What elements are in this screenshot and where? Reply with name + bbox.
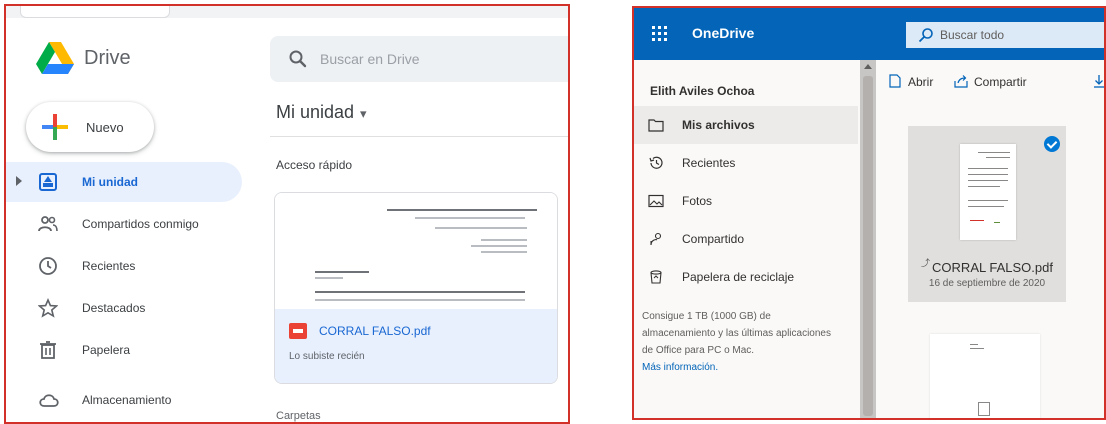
quick-access-heading: Acceso rápido bbox=[276, 158, 353, 172]
sidebar-item-my-drive[interactable]: Mi unidad bbox=[6, 162, 242, 202]
search-input[interactable] bbox=[320, 46, 550, 72]
expand-caret-icon[interactable] bbox=[16, 176, 22, 186]
promo-text: Consigue 1 TB (1000 GB) de almacenamient… bbox=[642, 311, 831, 356]
sidebar-scrollbar[interactable] bbox=[860, 60, 876, 418]
sidebar-item-photos[interactable]: Fotos bbox=[634, 182, 858, 220]
user-name: Elith Aviles Ochoa bbox=[650, 84, 755, 98]
star-icon bbox=[38, 298, 58, 318]
search-bar[interactable] bbox=[906, 22, 1104, 48]
search-icon[interactable] bbox=[288, 49, 308, 69]
share-icon bbox=[954, 75, 968, 88]
search-icon[interactable] bbox=[918, 27, 934, 43]
sidebar-item-shared[interactable]: Compartido bbox=[634, 220, 858, 258]
browser-tab-strip bbox=[6, 6, 568, 18]
sidebar-item-recent[interactable]: Recientes bbox=[6, 246, 246, 286]
card-footer: CORRAL FALSO.pdf Lo subiste recién bbox=[275, 309, 557, 383]
sidebar-item-label: Destacados bbox=[82, 301, 146, 315]
chevron-down-icon[interactable]: ▾ bbox=[360, 106, 367, 121]
sidebar-item-label: Recientes bbox=[682, 156, 736, 170]
trash-icon bbox=[40, 341, 56, 359]
breadcrumb[interactable]: Mi unidad ▾ bbox=[276, 102, 367, 123]
sidebar-item-my-files[interactable]: Mis archivos bbox=[634, 106, 858, 144]
onedrive-window: OneDrive Elith Aviles Ochoa Mis archivos bbox=[632, 6, 1106, 420]
file-tile[interactable] bbox=[930, 334, 1040, 418]
shared-people-icon bbox=[38, 216, 58, 232]
file-name: ⤴ CORRAL FALSO.pdf bbox=[908, 256, 1066, 275]
recycle-bin-icon bbox=[650, 270, 662, 284]
file-subtitle: Lo subiste recién bbox=[289, 351, 365, 362]
plus-icon bbox=[42, 114, 68, 140]
file-thumbnail bbox=[960, 144, 1016, 240]
file-name: CORRAL FALSO.pdf bbox=[319, 324, 431, 338]
more-info-link[interactable]: Más información. bbox=[642, 359, 842, 376]
history-icon bbox=[649, 156, 663, 169]
share-button[interactable]: Compartir bbox=[954, 74, 1027, 92]
command-bar: Abrir Compartir bbox=[878, 60, 1104, 104]
sidebar-item-label: Fotos bbox=[682, 194, 713, 208]
sidebar-item-label: Mis archivos bbox=[682, 118, 755, 132]
document-icon bbox=[889, 74, 901, 88]
selected-check-icon[interactable] bbox=[1044, 136, 1060, 152]
document-icon bbox=[978, 402, 990, 416]
storage-promo: Consigue 1 TB (1000 GB) de almacenamient… bbox=[642, 308, 842, 376]
shared-icon bbox=[650, 232, 662, 246]
file-name-text: CORRAL FALSO.pdf bbox=[932, 260, 1053, 275]
folders-heading: Carpetas bbox=[276, 410, 321, 422]
sidebar-item-label: Mi unidad bbox=[82, 175, 138, 189]
sidebar-nav: Mi unidad Compartidos conmigo Recientes … bbox=[6, 162, 246, 372]
clock-icon bbox=[39, 257, 57, 275]
sidebar-item-storage[interactable]: Almacenamiento bbox=[6, 380, 246, 420]
file-grid: ⤴ CORRAL FALSO.pdf 16 de septiembre de 20… bbox=[878, 104, 1104, 418]
drive-logo-icon bbox=[36, 42, 74, 74]
sidebar-item-label: Papelera bbox=[82, 343, 131, 357]
app-launcher-icon[interactable] bbox=[652, 26, 668, 42]
quick-access-card[interactable]: CORRAL FALSO.pdf Lo subiste recién bbox=[274, 192, 558, 384]
app-title[interactable]: OneDrive bbox=[692, 25, 754, 41]
open-button[interactable]: Abrir bbox=[888, 74, 933, 92]
file-date: 16 de septiembre de 2020 bbox=[928, 278, 1046, 289]
folder-icon bbox=[648, 119, 664, 132]
sidebar-item-label: Recientes bbox=[82, 259, 136, 273]
sidebar-item-label: Compartidos conmigo bbox=[82, 217, 199, 231]
search-input[interactable] bbox=[940, 26, 1090, 44]
new-button[interactable]: Nuevo bbox=[26, 102, 154, 152]
breadcrumb-label: Mi unidad bbox=[276, 102, 355, 122]
download-button[interactable] bbox=[1092, 74, 1104, 92]
browser-tab[interactable] bbox=[20, 6, 170, 18]
sidebar-item-trash[interactable]: Papelera bbox=[6, 330, 246, 370]
search-bar[interactable] bbox=[270, 36, 568, 82]
photo-icon bbox=[648, 194, 664, 208]
pdf-icon bbox=[289, 323, 307, 339]
sidebar-item-recent[interactable]: Recientes bbox=[634, 144, 858, 182]
app-title: Drive bbox=[84, 47, 131, 69]
scroll-up-icon[interactable] bbox=[864, 64, 872, 69]
open-label: Abrir bbox=[908, 75, 934, 89]
divider bbox=[270, 136, 568, 137]
file-tile-selected[interactable]: ⤴ CORRAL FALSO.pdf 16 de septiembre de 20… bbox=[908, 126, 1066, 302]
google-drive-window: Drive Nuevo Mi unidad bbox=[4, 4, 570, 424]
shared-link-icon: ⤴ bbox=[921, 258, 931, 268]
storage-label: Almacenamiento bbox=[82, 393, 172, 407]
scrollbar-thumb[interactable] bbox=[863, 76, 873, 416]
sidebar-item-shared[interactable]: Compartidos conmigo bbox=[6, 204, 246, 244]
sidebar-item-label: Papelera de reciclaje bbox=[682, 270, 795, 284]
sidebar: Elith Aviles Ochoa Mis archivos Reciente… bbox=[634, 60, 866, 418]
sidebar-item-label: Compartido bbox=[682, 232, 745, 246]
sidebar-item-starred[interactable]: Destacados bbox=[6, 288, 246, 328]
my-drive-icon bbox=[39, 173, 57, 191]
app-header: OneDrive bbox=[634, 8, 1104, 60]
share-label: Compartir bbox=[974, 75, 1027, 89]
new-button-label: Nuevo bbox=[86, 120, 124, 135]
download-icon bbox=[1094, 75, 1104, 88]
cloud-icon bbox=[39, 394, 59, 407]
sidebar-item-recycle-bin[interactable]: Papelera de reciclaje bbox=[634, 258, 858, 296]
file-preview bbox=[275, 193, 557, 309]
sidebar-nav: Mis archivos Recientes Fotos Compartido … bbox=[634, 106, 858, 296]
